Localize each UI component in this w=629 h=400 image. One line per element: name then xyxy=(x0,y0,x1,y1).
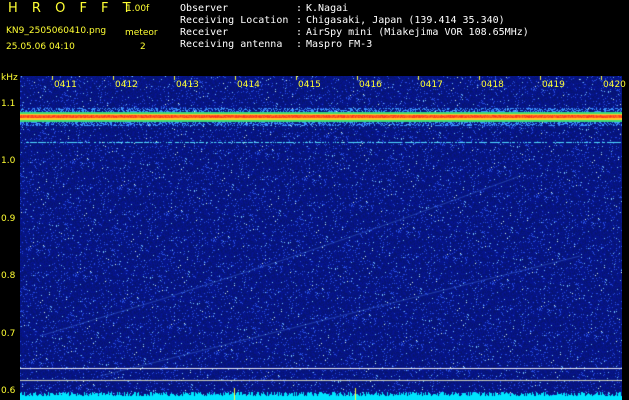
hroft-window: H R O F F T 1.00f KN9_2505060410.png 25.… xyxy=(0,0,629,400)
y-tick-label: 0.9 xyxy=(1,213,16,224)
antenna-label: Receiving antenna xyxy=(180,39,283,50)
x-tick-label: 0412 xyxy=(115,80,138,90)
antenna-value: Maspro FM-3 xyxy=(306,39,373,50)
location-value: Chigasaki, Japan (139.414 35.340) xyxy=(306,15,505,26)
y-tick-label: 0.6 xyxy=(1,386,16,396)
receiver-value: AirSpy mini (Miakejima VOR 108.65MHz) xyxy=(306,27,529,38)
mode-label: meteor xyxy=(125,28,158,38)
app-title: H R O F F T xyxy=(8,1,136,16)
x-tick-label: 0414 xyxy=(237,80,260,90)
unit-label: kHz xyxy=(1,73,18,83)
mode-value: 2 xyxy=(140,42,146,52)
receiver-colon: : xyxy=(296,27,303,38)
observer-label: Observer xyxy=(180,3,229,14)
filename-label: KN9_2505060410.png xyxy=(6,26,107,36)
x-tick-label: 0415 xyxy=(298,80,321,90)
observer-colon: : xyxy=(296,3,303,14)
x-tick-label: 0416 xyxy=(359,80,382,90)
x-tick-label: 0419 xyxy=(542,80,565,90)
antenna-colon: : xyxy=(296,39,303,50)
y-tick-label: 1.1 xyxy=(1,98,16,109)
y-tick-label: 0.7 xyxy=(1,328,16,339)
observer-value: K.Nagai xyxy=(306,3,349,14)
datetime-label: 25.05.06 04:10 xyxy=(6,42,75,52)
location-label: Receiving Location xyxy=(180,15,289,26)
location-colon: : xyxy=(296,15,303,26)
x-tick-label: 0417 xyxy=(420,80,443,90)
receiver-label: Receiver xyxy=(180,27,229,38)
x-tick-label: 0413 xyxy=(176,80,199,90)
y-tick-label: 0.8 xyxy=(1,271,16,282)
x-tick-label: 0420 xyxy=(603,80,626,90)
y-tick-label: 1.0 xyxy=(1,156,16,167)
spectrogram-canvas xyxy=(20,76,622,400)
version-label: 1.00f xyxy=(126,4,150,14)
x-tick-label: 0418 xyxy=(481,80,504,90)
x-tick-label: 0411 xyxy=(54,80,77,90)
